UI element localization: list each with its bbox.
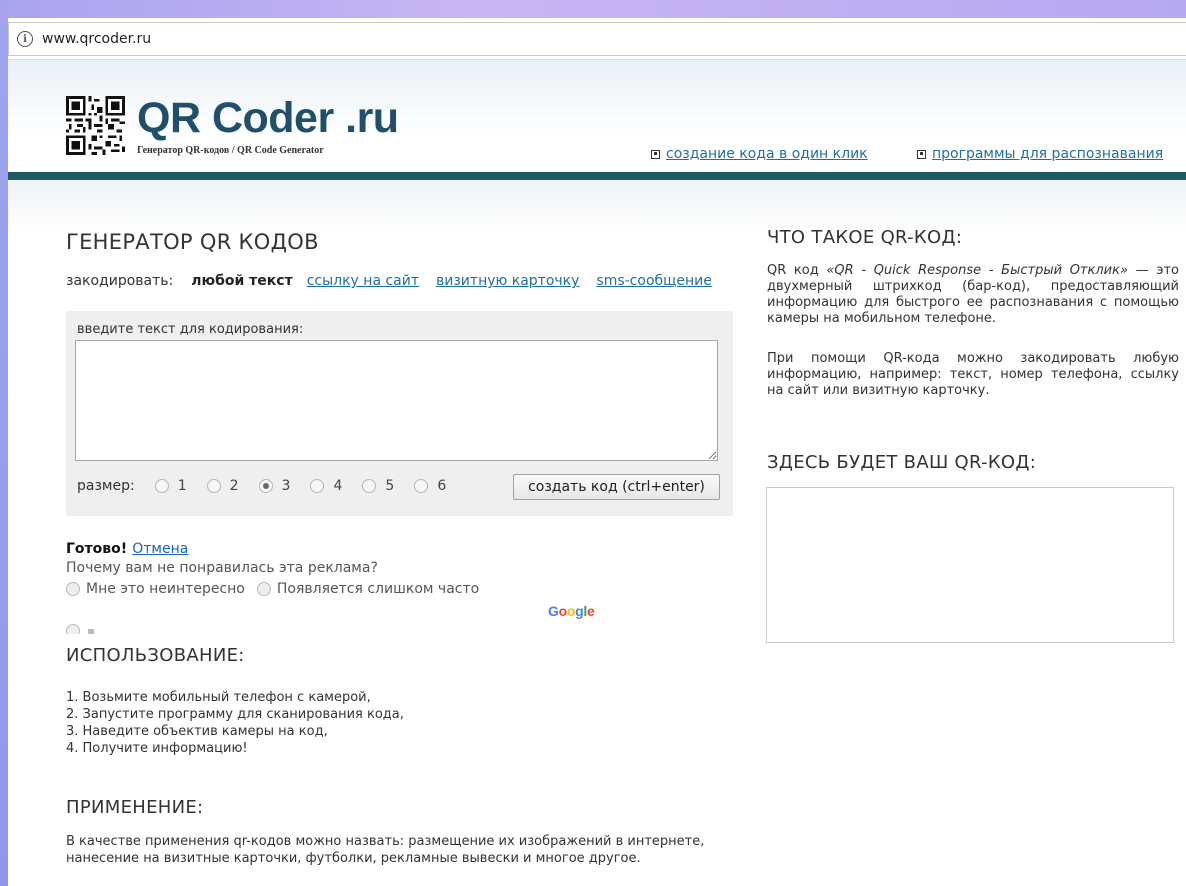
ad-option-too-often[interactable]: Появляется слишком часто bbox=[256, 581, 479, 597]
google-logo: Google bbox=[548, 603, 595, 619]
generator-title: ГЕНЕРАТОР QR КОДОВ bbox=[66, 230, 319, 254]
radio-icon[interactable] bbox=[414, 479, 429, 493]
logo-subtitle: Генератор QR-кодов / QR Code Generator bbox=[137, 145, 324, 156]
size-selector: размер: 1 2 3 4 5 6 bbox=[77, 478, 466, 494]
logo-title[interactable]: QR Coder .ru bbox=[137, 94, 399, 143]
bullet-square-icon bbox=[651, 149, 660, 159]
ad-feedback: Готово! Отмена Почему вам не понравилась… bbox=[66, 538, 626, 634]
ad-question: Почему вам не понравилась эта реклама? bbox=[66, 560, 378, 576]
browser-window: i www.qrcoder.ru QR Coder .ru Генератор … bbox=[8, 18, 1186, 886]
tab-any-text[interactable]: любой текст bbox=[191, 273, 292, 289]
qr-result-area bbox=[766, 487, 1174, 643]
about-paragraph-2: При помощи QR-кода можно закодировать лю… bbox=[767, 351, 1179, 398]
radio-icon[interactable] bbox=[154, 479, 169, 493]
bullet-square-icon bbox=[917, 149, 926, 159]
radio-icon[interactable] bbox=[66, 624, 80, 634]
radio-icon[interactable] bbox=[256, 582, 271, 596]
generator-panel: введите текст для кодирования: размер: 1… bbox=[66, 311, 733, 516]
size-option-5[interactable]: 5 bbox=[362, 478, 394, 494]
application-text: В качестве применения qr-кодов можно наз… bbox=[66, 834, 705, 866]
size-label: размер: bbox=[77, 478, 135, 494]
site-header: QR Coder .ru Генератор QR-кодов / QR Cod… bbox=[8, 60, 1186, 172]
radio-icon[interactable] bbox=[66, 582, 80, 596]
qr-logo-icon[interactable] bbox=[66, 96, 125, 155]
about-paragraph-1: QR код «QR - Quick Response - Быстрый От… bbox=[767, 263, 1179, 326]
list-item: 2. Запустите программу для сканирования … bbox=[66, 707, 404, 722]
usage-title: ИСПОЛЬЗОВАНИЕ: bbox=[66, 645, 245, 666]
about-title: ЧТО ТАКОЕ QR-КОД: bbox=[767, 227, 963, 248]
encode-label: закодировать: bbox=[66, 273, 174, 289]
radio-icon[interactable] bbox=[310, 479, 325, 493]
text-input[interactable] bbox=[75, 340, 718, 461]
ad-options: Мне это неинтересно Появляется слишком ч… bbox=[66, 581, 626, 597]
address-bar: i www.qrcoder.ru bbox=[8, 18, 1186, 60]
list-item: 1. Возьмите мобильный телефон с камерой, bbox=[66, 690, 371, 705]
nav-link-programs[interactable]: программы для распознавания bbox=[917, 146, 1163, 162]
clipped-text bbox=[88, 629, 94, 634]
nav-link-create[interactable]: создание кода в один клик bbox=[651, 146, 868, 162]
ad-cancel-link[interactable]: Отмена bbox=[132, 541, 188, 557]
ad-done-label: Готово! bbox=[66, 541, 128, 557]
ad-option-not-interested[interactable]: Мне это неинтересно bbox=[66, 581, 245, 597]
size-option-2[interactable]: 2 bbox=[206, 478, 239, 494]
encode-type-tabs: закодировать: любой текст ссылку на сайт… bbox=[66, 273, 729, 289]
size-option-4[interactable]: 4 bbox=[310, 478, 342, 494]
nav-link-create-label[interactable]: создание кода в один клик bbox=[666, 146, 868, 162]
result-title: ЗДЕСЬ БУДЕТ ВАШ QR-КОД: bbox=[767, 452, 1037, 473]
tab-site-link[interactable]: ссылку на сайт bbox=[307, 273, 419, 289]
create-code-button[interactable]: создать код (ctrl+enter) bbox=[513, 474, 720, 500]
radio-checked-icon[interactable] bbox=[258, 479, 273, 493]
size-option-3[interactable]: 3 bbox=[258, 478, 290, 494]
header-divider-bar bbox=[8, 172, 1186, 180]
application-title: ПРИМЕНЕНИЕ: bbox=[66, 797, 204, 818]
nav-link-programs-label[interactable]: программы для распознавания bbox=[932, 146, 1163, 162]
url-text[interactable]: www.qrcoder.ru bbox=[42, 31, 151, 47]
input-label: введите текст для кодирования: bbox=[77, 322, 304, 337]
size-option-1[interactable]: 1 bbox=[154, 478, 187, 494]
list-item: 4. Получите информацию! bbox=[66, 741, 248, 756]
size-option-6[interactable]: 6 bbox=[414, 478, 446, 494]
tab-business-card[interactable]: визитную карточку bbox=[436, 273, 579, 289]
info-icon[interactable]: i bbox=[17, 31, 33, 47]
tab-sms[interactable]: sms-сообщение bbox=[596, 273, 711, 289]
usage-steps: 1. Возьмите мобильный телефон с камерой,… bbox=[66, 689, 404, 757]
list-item: 3. Наведите объектив камеры на код, bbox=[66, 724, 328, 739]
radio-icon[interactable] bbox=[362, 479, 377, 493]
url-field[interactable]: i www.qrcoder.ru bbox=[8, 22, 1186, 56]
radio-icon[interactable] bbox=[206, 479, 221, 493]
